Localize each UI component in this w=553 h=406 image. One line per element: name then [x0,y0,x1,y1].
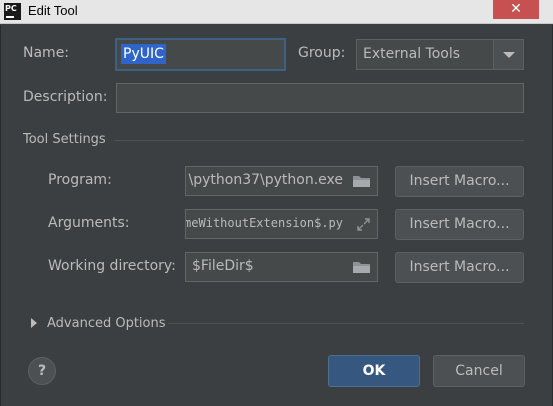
working-directory-label: Working directory: [48,258,176,274]
working-directory-value: $FileDir$ [192,258,254,274]
folder-icon[interactable] [353,175,371,188]
name-value: PyUIC [121,44,166,64]
group-label: Group: [298,45,346,61]
app-icon-bar [6,16,14,18]
folder-icon[interactable] [353,261,371,274]
name-input[interactable]: PyUIC [115,38,286,71]
pycharm-app-icon: PC [4,3,21,20]
ok-button[interactable]: OK [328,355,420,387]
working-directory-insert-macro-label: Insert Macro... [409,259,510,275]
cancel-label: Cancel [455,363,503,379]
edit-tool-dialog: Name: PyUIC Group: External Tools Descri… [0,25,553,406]
advanced-options-toggle[interactable]: Advanced Options [47,316,166,331]
ok-label: OK [362,363,386,379]
arguments-label: Arguments: [48,215,130,231]
tool-settings-title: Tool Settings [23,132,106,147]
group-value: External Tools [363,46,461,62]
arguments-value: meWithoutExtension$.py [185,216,343,230]
cancel-button[interactable]: Cancel [433,355,525,387]
tool-settings-separator [114,140,524,141]
working-directory-insert-macro-button[interactable]: Insert Macro... [395,252,524,283]
arguments-insert-macro-label: Insert Macro... [409,216,510,232]
expand-icon[interactable] [356,217,371,232]
program-insert-macro-button[interactable]: Insert Macro... [395,166,524,197]
close-button[interactable]: ✕ [493,0,539,19]
chevron-right-icon[interactable] [31,318,37,328]
group-dropdown-button[interactable] [493,40,523,69]
window-title: Edit Tool [28,3,78,18]
arguments-input[interactable]: meWithoutExtension$.py [185,209,378,239]
working-directory-input[interactable]: $FileDir$ [185,252,378,282]
program-label: Program: [48,172,112,188]
app-icon-text: PC [5,4,17,13]
help-button[interactable]: ? [28,357,56,385]
help-icon: ? [37,363,47,379]
program-value: \python37\python.exe [188,172,343,188]
group-combobox[interactable]: External Tools [356,39,524,70]
name-label: Name: [23,45,70,61]
dropdown-arrow-icon [503,52,515,58]
program-input[interactable]: \python37\python.exe [185,166,378,196]
program-insert-macro-label: Insert Macro... [409,173,510,189]
title-bar: PC Edit Tool ✕ [0,0,553,24]
advanced-options-separator [168,323,524,324]
arguments-insert-macro-button[interactable]: Insert Macro... [395,209,524,240]
close-icon: ✕ [510,1,522,17]
description-input[interactable] [116,83,524,113]
description-label: Description: [23,89,108,105]
